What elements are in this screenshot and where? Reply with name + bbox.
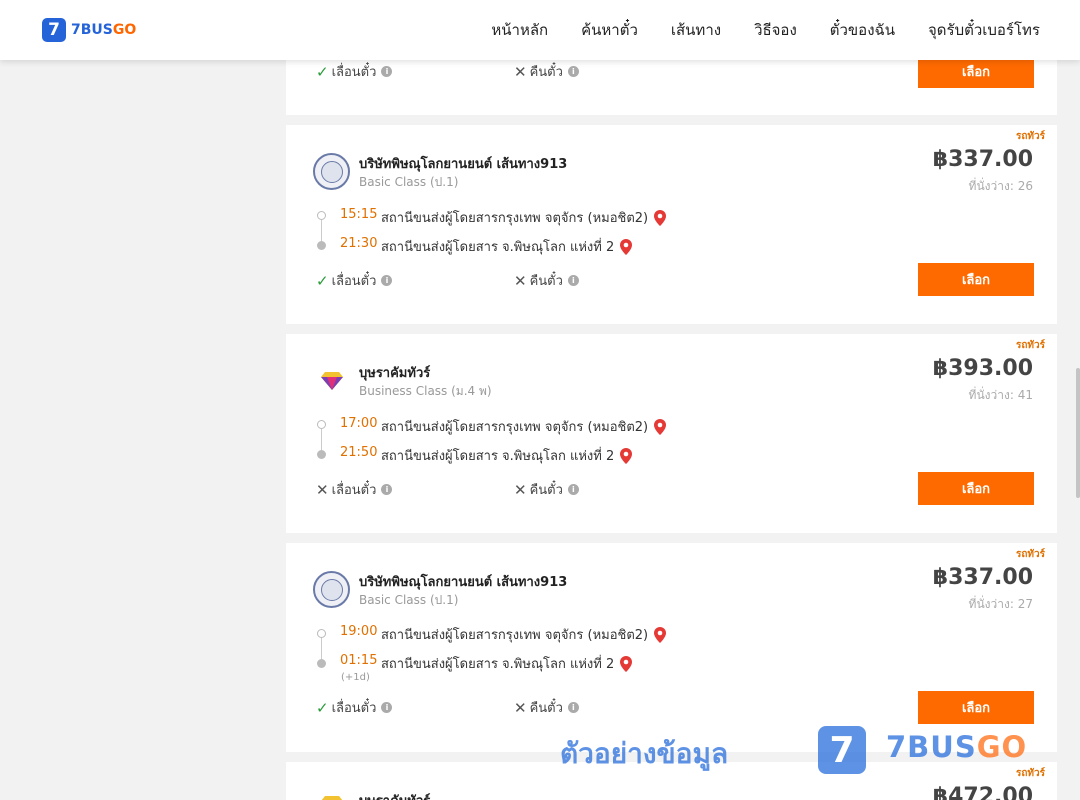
nav-my-tickets[interactable]: ตั๋วของฉัน	[830, 18, 895, 42]
ticket-price: ฿393.00	[932, 356, 1033, 381]
reschedule-option: ✕ เลื่อนตั๋ว i	[316, 479, 393, 500]
company-logo	[313, 571, 350, 608]
check-icon: ✓	[316, 271, 329, 290]
timeline-line	[321, 429, 322, 451]
info-icon[interactable]: i	[381, 484, 393, 495]
arrive-station: สถานีขนส่งผู้โดยสาร จ.พิษณุโลก แห่งที่ 2	[381, 236, 633, 257]
depart-station: สถานีขนส่งผู้โดยสารกรุงเทพ จตุจักร (หมอช…	[381, 624, 667, 645]
info-icon[interactable]: i	[567, 702, 579, 713]
arrive-dot	[317, 659, 326, 668]
depart-station: สถานีขนส่งผู้โดยสารกรุงเทพ จตุจักร (หมอช…	[381, 207, 667, 228]
select-button[interactable]: เลือก	[918, 691, 1034, 724]
company-logo	[313, 366, 350, 396]
arrive-time: 01:15	[340, 653, 378, 668]
trip-card: รถทัวร์ บริษัทพิษณุโลกยานยนต์ เส้นทาง913…	[286, 543, 1057, 752]
check-icon: ✓	[316, 698, 329, 717]
refund-option: ✕ คืนตั๋ว i	[514, 479, 579, 500]
nav-ticket-pickup-contacts[interactable]: จุดรับตั๋วเบอร์โทร	[928, 18, 1040, 42]
info-icon[interactable]: i	[567, 275, 579, 286]
location-pin-icon[interactable]	[654, 626, 667, 643]
main-nav: หน้าหลัก ค้นหาตั๋ว เส้นทาง วิธีจอง ตั๋วข…	[458, 0, 1040, 60]
cross-icon: ✕	[514, 480, 527, 499]
ticket-price: ฿337.00	[932, 147, 1033, 172]
depart-time: 15:15	[340, 207, 378, 222]
bus-class: Basic Class (ป.1)	[359, 175, 459, 189]
cross-icon: ✕	[514, 62, 527, 81]
diamond-logo-icon	[321, 796, 342, 800]
next-day-indicator: (+1d)	[341, 672, 370, 683]
arrive-dot	[317, 450, 326, 459]
bus-class: Basic Class (ป.1)	[359, 593, 459, 607]
depart-station: สถานีขนส่งผู้โดยสารกรุงเทพ จตุจักร (หมอช…	[381, 416, 667, 437]
bus-class: Business Class (ม.4 พ)	[359, 384, 492, 398]
ticket-price: ฿337.00	[932, 565, 1033, 590]
trip-card-partial-bottom: รถทัวร์ บุษราคัมทัวร์ ฿472.00	[286, 762, 1057, 800]
trip-card: รถทัวร์ บุษราคัมทัวร์ Business Class (ม.…	[286, 334, 1057, 533]
company-name: บริษัทพิษณุโลกยานยนต์ เส้นทาง913	[359, 157, 568, 172]
arrive-station: สถานีขนส่งผู้โดยสาร จ.พิษณุโลก แห่งที่ 2	[381, 653, 633, 674]
company-name: บุษราคัมทัวร์	[359, 790, 430, 800]
trip-card: รถทัวร์ บริษัทพิษณุโลกยานยนต์ เส้นทาง913…	[286, 125, 1057, 324]
nav-routes[interactable]: เส้นทาง	[671, 18, 721, 42]
logo-badge: 7	[42, 18, 66, 42]
nav-how-to-book[interactable]: วิธีจอง	[754, 18, 797, 42]
timeline-line	[321, 638, 322, 660]
select-button[interactable]: เลือก	[918, 263, 1034, 296]
info-icon[interactable]: i	[381, 275, 393, 286]
location-pin-icon[interactable]	[654, 418, 667, 435]
site-logo[interactable]: 7 7BUSGO	[42, 18, 136, 42]
info-icon[interactable]: i	[381, 66, 393, 77]
nav-search-ticket[interactable]: ค้นหาตั๋ว	[581, 18, 638, 42]
location-pin-icon[interactable]	[620, 447, 633, 464]
cross-icon: ✕	[514, 698, 527, 717]
refund-option: ✕ คืนตั๋ว i	[514, 697, 579, 718]
company-name: บริษัทพิษณุโลกยานยนต์ เส้นทาง913	[359, 575, 568, 590]
reschedule-option: ✓ เลื่อนตั๋ว i	[316, 697, 393, 718]
location-pin-icon[interactable]	[654, 209, 667, 226]
arrive-time: 21:30	[340, 236, 378, 251]
bus-type-tag: รถทัวร์	[1015, 768, 1045, 779]
company-logo	[313, 790, 350, 800]
location-pin-icon[interactable]	[620, 238, 633, 255]
info-icon[interactable]: i	[567, 66, 579, 77]
depart-time: 19:00	[340, 624, 378, 639]
seats-available: ที่นั่งว่าง: 41	[968, 388, 1033, 402]
refund-option: ✕ คืนตั๋ว i	[514, 61, 579, 82]
seats-available: ที่นั่งว่าง: 26	[968, 179, 1033, 193]
site-header: 7 7BUSGO หน้าหลัก ค้นหาตั๋ว เส้นทาง วิธี…	[0, 0, 1080, 60]
depart-dot	[317, 420, 326, 429]
depart-dot	[317, 629, 326, 638]
bus-type-tag: รถทัวร์	[1015, 549, 1045, 560]
info-icon[interactable]: i	[567, 484, 579, 495]
reschedule-option: ✓ เลื่อนตั๋ว i	[316, 61, 393, 82]
arrive-time: 21:50	[340, 445, 378, 460]
seats-available: ที่นั่งว่าง: 27	[968, 597, 1033, 611]
check-icon: ✓	[316, 62, 329, 81]
diamond-logo-icon	[320, 372, 343, 390]
logo-text: 7BUSGO	[71, 22, 137, 38]
depart-dot	[317, 211, 326, 220]
arrive-dot	[317, 241, 326, 250]
reschedule-option: ✓ เลื่อนตั๋ว i	[316, 270, 393, 291]
cross-icon: ✕	[316, 480, 329, 499]
ticket-price: ฿472.00	[932, 784, 1033, 800]
cross-icon: ✕	[514, 271, 527, 290]
timeline-line	[321, 220, 322, 242]
bus-type-tag: รถทัวร์	[1015, 340, 1045, 351]
page-scrollbar[interactable]	[1076, 368, 1080, 498]
nav-home[interactable]: หน้าหลัก	[491, 18, 548, 42]
bus-type-tag: รถทัวร์	[1015, 131, 1045, 142]
company-name: บุษราคัมทัวร์	[359, 366, 431, 381]
depart-time: 17:00	[340, 416, 378, 431]
refund-option: ✕ คืนตั๋ว i	[514, 270, 579, 291]
select-button[interactable]: เลือก	[918, 472, 1034, 505]
arrive-station: สถานีขนส่งผู้โดยสาร จ.พิษณุโลก แห่งที่ 2	[381, 445, 633, 466]
location-pin-icon[interactable]	[620, 655, 633, 672]
info-icon[interactable]: i	[381, 702, 393, 713]
company-logo	[313, 153, 350, 190]
